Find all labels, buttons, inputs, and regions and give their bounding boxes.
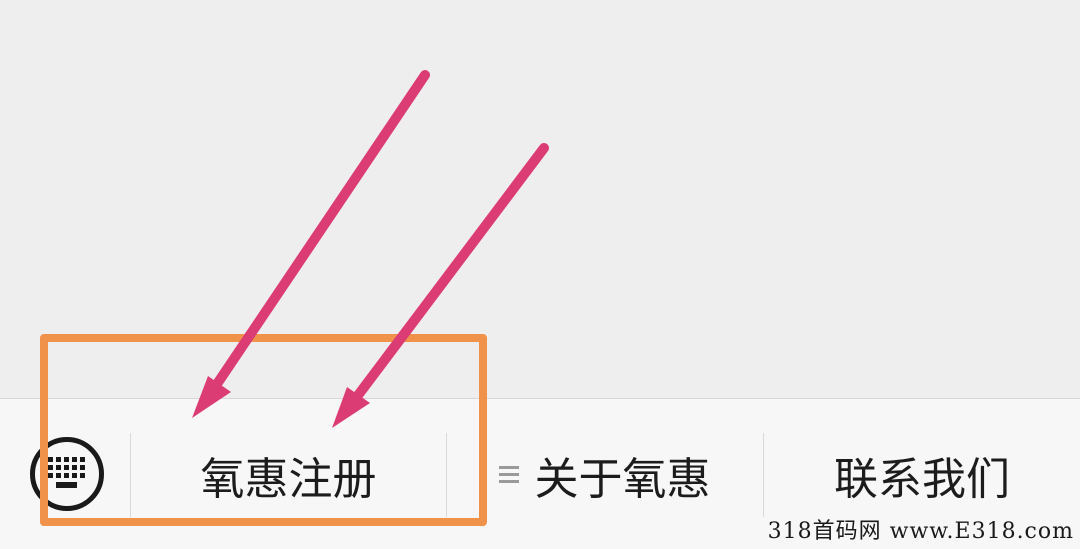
menu-item-label: 关于氧惠 [534,454,711,505]
content-area [0,0,1080,398]
menu-item-about[interactable]: 关于氧惠 [447,433,762,517]
watermark: 318首码网 www.E318.com [767,519,1074,544]
menu-item-label: 联系我们 [834,454,1010,505]
menu-lines-icon [498,466,519,484]
keyboard-icon [48,457,85,488]
menu-item-contact[interactable]: 联系我们 [764,433,1080,517]
menu-item-register[interactable]: 氧惠注册 [131,433,446,517]
keyboard-toggle-button[interactable] [30,437,104,511]
menu-item-label: 氧惠注册 [200,454,377,505]
